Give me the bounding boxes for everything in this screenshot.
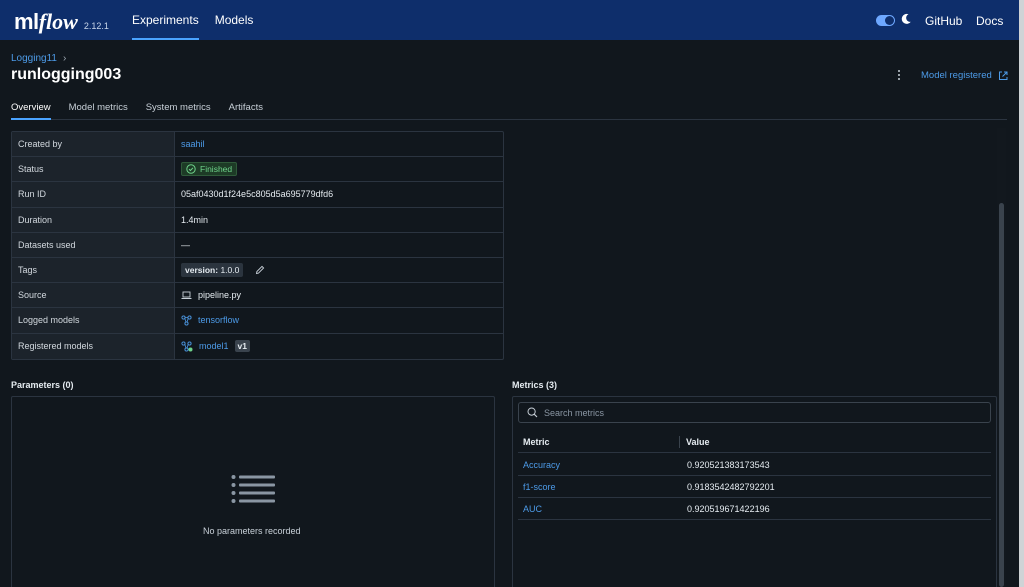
status-badge: Finished [181, 162, 238, 177]
logo-flow-text: flow [38, 9, 78, 34]
laptop-icon [181, 291, 192, 299]
detail-row-status: Status Finished [12, 157, 503, 183]
detail-key: Registered models [12, 333, 175, 359]
metrics-search-box[interactable] [518, 402, 991, 423]
datasets-value: — [181, 239, 190, 250]
detail-row-source: Source pipeline.py [12, 283, 503, 309]
detail-key: Run ID [12, 182, 175, 207]
column-header-value[interactable]: Value [680, 437, 710, 447]
check-circle-icon [186, 164, 196, 174]
detail-row-logged-models: Logged models tensorflow [12, 308, 503, 334]
parameters-title: Parameters (0) [11, 380, 74, 390]
search-icon [527, 407, 538, 418]
detail-key: Tags [12, 257, 175, 283]
metrics-title: Metrics (3) [512, 380, 558, 390]
tag-key: version: [185, 265, 219, 276]
search-metrics-input[interactable] [544, 407, 964, 418]
metric-value: 0.920521383173543 [687, 459, 770, 470]
model-registered-label: Model registered [921, 70, 992, 81]
model-version-badge[interactable]: v1 [234, 340, 250, 353]
metric-name-link[interactable]: AUC [518, 504, 681, 514]
detail-row-tags: Tags version: 1.0.0 [12, 257, 503, 284]
dark-mode-toggle[interactable] [876, 15, 895, 26]
breadcrumb-separator: › [62, 53, 67, 64]
pencil-icon[interactable] [255, 265, 265, 275]
tab-system-metrics[interactable]: System metrics [146, 98, 211, 119]
run-tabs: Overview Model metrics System metrics Ar… [11, 98, 1007, 120]
model-icon [181, 315, 192, 326]
source-file-link[interactable]: pipeline.py [198, 290, 241, 300]
tag-chip[interactable]: version: 1.0.0 [181, 263, 244, 278]
metric-name-link[interactable]: f1-score [518, 482, 681, 492]
detail-row-registered-models: Registered models model1 v1 [12, 333, 503, 359]
detail-key: Status [12, 157, 175, 182]
top-navigation-bar: ml flow 2.12.1 Experiments Models GitHub… [0, 0, 1019, 40]
detail-row-duration: Duration 1.4min [12, 207, 503, 233]
detail-key: Created by [12, 132, 175, 157]
list-icon [231, 475, 275, 503]
detail-row-datasets: Datasets used — [12, 232, 503, 258]
metric-value: 0.9183542482792201 [687, 481, 775, 492]
detail-key: Logged models [12, 308, 175, 333]
registered-model-link[interactable]: model1 [199, 341, 229, 351]
empty-parameters-text: No parameters recorded [203, 526, 301, 536]
created-by-user-link[interactable]: saahil [181, 139, 205, 149]
logo-ml-text: ml [14, 9, 39, 34]
table-row: f1-score 0.9183542482792201 [518, 476, 991, 498]
detail-row-run-id: Run ID 05af0430d1f24e5c805d5a695779dfd6 [12, 182, 503, 208]
github-link[interactable]: GitHub [925, 14, 962, 28]
breadcrumb: Logging11 › [11, 53, 66, 64]
metrics-table-header: Metric Value [518, 431, 991, 453]
page-scrollbar-thumb[interactable] [999, 203, 1004, 587]
page-title: runlogging003 [11, 66, 122, 83]
detail-key: Datasets used [12, 232, 175, 257]
duration-value: 1.4min [181, 214, 209, 225]
metric-value: 0.920519671422196 [687, 503, 770, 514]
table-row: AUC 0.920519671422196 [518, 498, 991, 520]
tab-artifacts[interactable]: Artifacts [229, 98, 263, 119]
main-nav: Experiments Models [132, 0, 269, 40]
detail-key: Duration [12, 207, 175, 232]
run-id-value: 05af0430d1f24e5c805d5a695779dfd6 [181, 189, 334, 200]
window-edge [1019, 0, 1024, 587]
moon-icon [901, 13, 911, 24]
tag-value: 1.0.0 [220, 265, 240, 276]
breadcrumb-experiment-link[interactable]: Logging11 [11, 53, 57, 64]
run-details-table: Created by saahil Status Finished Run ID… [11, 131, 504, 360]
column-header-metric[interactable]: Metric [518, 435, 680, 448]
table-row: Accuracy 0.920521383173543 [518, 454, 991, 476]
status-text: Finished [200, 164, 233, 175]
more-options-icon[interactable] [896, 70, 902, 82]
nav-models[interactable]: Models [215, 0, 254, 40]
external-link-icon [998, 71, 1008, 80]
docs-link[interactable]: Docs [976, 14, 1003, 28]
mlflow-logo[interactable]: ml flow 2.12.1 [14, 9, 109, 35]
nav-experiments[interactable]: Experiments [132, 0, 199, 40]
registered-model-icon [181, 341, 193, 352]
model-registered-link[interactable]: Model registered [921, 70, 1008, 81]
detail-key: Source [12, 283, 175, 308]
metric-name-link[interactable]: Accuracy [518, 460, 681, 470]
tab-model-metrics[interactable]: Model metrics [69, 98, 128, 119]
logged-model-link[interactable]: tensorflow [198, 315, 239, 325]
version-label: 2.12.1 [83, 21, 109, 31]
tab-overview[interactable]: Overview [11, 98, 51, 120]
detail-row-created-by: Created by saahil [12, 132, 503, 158]
